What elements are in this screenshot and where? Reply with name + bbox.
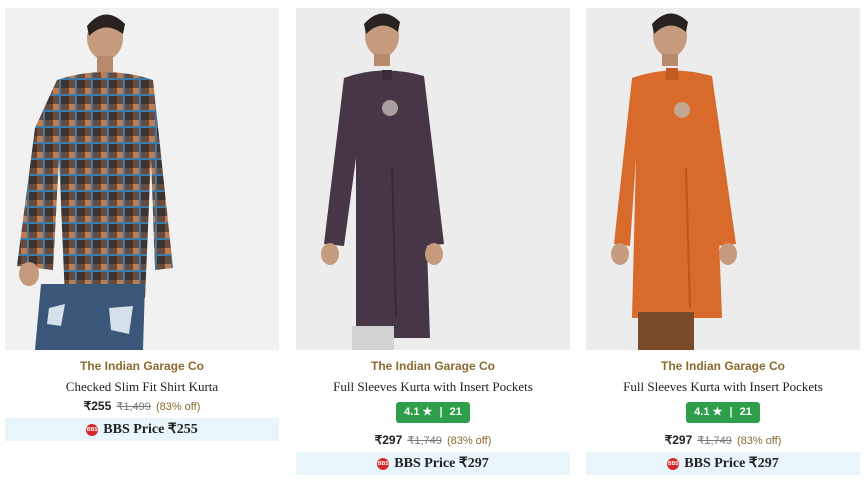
price-row: ₹255 ₹1,499 (83% off) [5, 399, 279, 413]
rating-count: 21 [449, 406, 462, 418]
rating-badge[interactable]: 4.1 ★ | 21 [396, 402, 470, 423]
brand-name: The Indian Garage Co [79, 359, 205, 373]
brand-name: The Indian Garage Co [370, 359, 496, 373]
rating-score: 4.1 [404, 406, 420, 418]
rating-separator: | [729, 406, 733, 418]
rating-separator: | [439, 406, 443, 418]
product-photo-purple-kurta [296, 8, 570, 350]
bbs-icon: BBS [86, 423, 99, 436]
product-image[interactable] [296, 8, 570, 350]
original-price: ₹1,499 [116, 401, 151, 413]
product-photo-checked-shirt-kurta [5, 8, 279, 350]
bbs-icon: BBS [377, 457, 390, 470]
bbs-price-strip: BBS BBS Price ₹297 [296, 452, 570, 475]
rating-badge[interactable]: 4.1 ★ | 21 [686, 402, 760, 423]
product-name[interactable]: Full Sleeves Kurta with Insert Pockets [586, 379, 860, 395]
product-image[interactable] [586, 8, 860, 350]
original-price: ₹1,749 [407, 435, 442, 447]
discount-percent: (83% off) [446, 435, 492, 447]
brand-name: The Indian Garage Co [660, 359, 786, 373]
product-card[interactable]: The Indian Garage Co Full Sleeves Kurta … [586, 8, 860, 475]
bbs-price-strip: BBS BBS Price ₹255 [5, 418, 279, 441]
bbs-icon: BBS [667, 457, 680, 470]
bbs-price-label: BBS Price ₹297 [394, 456, 489, 471]
product-photo-orange-kurta [586, 8, 860, 350]
selling-price: ₹297 [664, 433, 693, 447]
price-row: ₹297 ₹1,749 (83% off) [296, 433, 570, 447]
product-name[interactable]: Full Sleeves Kurta with Insert Pockets [296, 379, 570, 395]
rating-count: 21 [739, 406, 752, 418]
product-image[interactable] [5, 8, 279, 350]
product-card[interactable]: The Indian Garage Co Full Sleeves Kurta … [296, 8, 570, 475]
original-price: ₹1,749 [697, 435, 732, 447]
product-name[interactable]: Checked Slim Fit Shirt Kurta [5, 379, 279, 395]
rating-wrap: 4.1 ★ | 21 [296, 402, 570, 423]
selling-price: ₹297 [374, 433, 403, 447]
discount-percent: (83% off) [736, 435, 782, 447]
price-row: ₹297 ₹1,749 (83% off) [586, 433, 860, 447]
bbs-price-label: BBS Price ₹297 [684, 456, 779, 471]
bbs-price-strip: BBS BBS Price ₹297 [586, 452, 860, 475]
product-card[interactable]: The Indian Garage Co Checked Slim Fit Sh… [5, 8, 279, 441]
rating-wrap: 4.1 ★ | 21 [586, 402, 860, 423]
rating-score: 4.1 [694, 406, 710, 418]
bbs-price-label: BBS Price ₹255 [103, 422, 198, 437]
selling-price: ₹255 [83, 399, 112, 413]
star-icon: ★ [712, 406, 723, 418]
star-icon: ★ [422, 406, 433, 418]
discount-percent: (83% off) [155, 401, 201, 413]
